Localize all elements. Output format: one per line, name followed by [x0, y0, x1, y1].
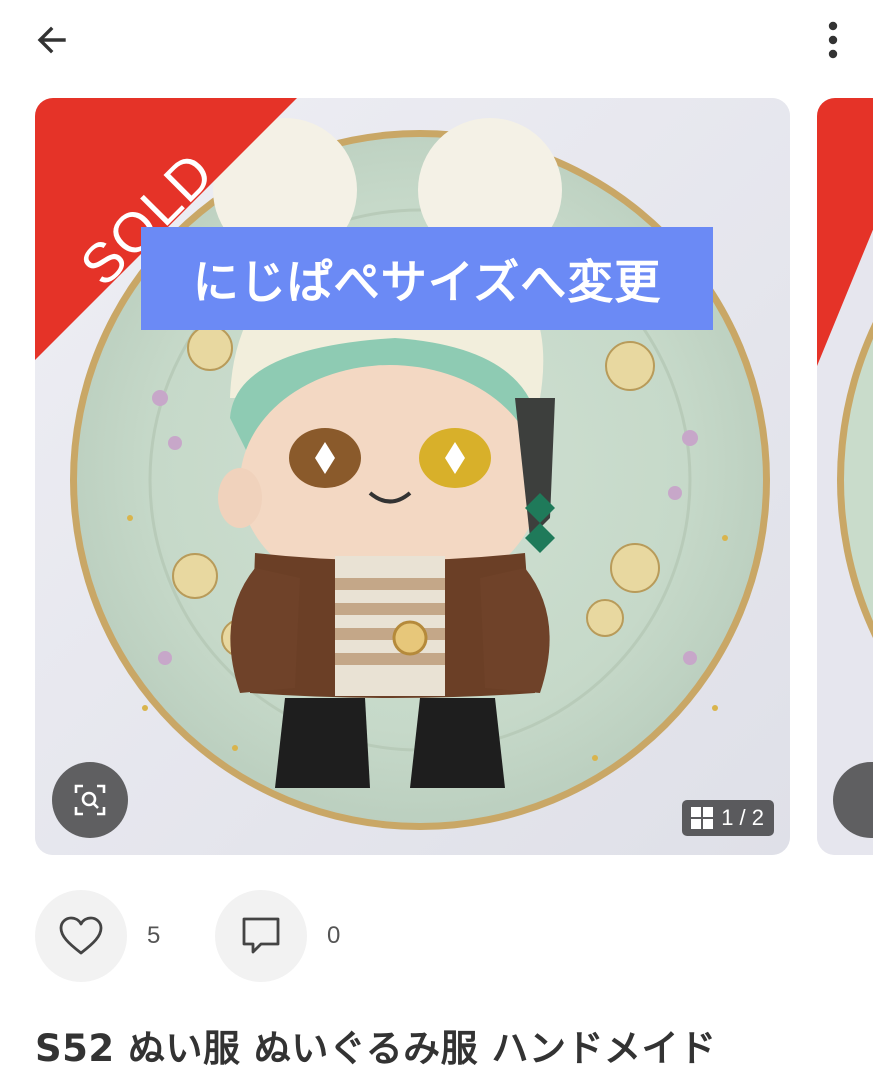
product-photo-card[interactable]: SOLD にじぱぺサイズへ変更 1 / 2 [35, 98, 790, 855]
comment-count: 0 [327, 922, 341, 949]
image-carousel[interactable]: SOLD にじぱぺサイズへ変更 1 / 2 [0, 98, 873, 856]
product-title: S52 ぬい服 ぬいぐるみ服 ハンドメイド [35, 1027, 717, 1070]
comment-button[interactable] [215, 890, 307, 982]
product-detail-screen: SOLD にじぱぺサイズへ変更 1 / 2 5 0 S52 ぬい服 ぬいぐるみ服… [0, 0, 873, 1080]
next-photo-card[interactable] [817, 98, 873, 855]
comment-icon [242, 917, 280, 954]
zoom-scan-icon [74, 784, 106, 816]
arrow-left-icon [37, 26, 66, 54]
image-counter: 1 / 2 [682, 800, 774, 836]
image-counter-text: 1 / 2 [721, 805, 764, 830]
heart-icon [59, 916, 103, 955]
more-options-button[interactable] [811, 14, 855, 66]
product-banner: にじぱぺサイズへ変更 [141, 227, 713, 330]
next-product-photo [817, 98, 873, 855]
engagement-row: 5 0 [35, 890, 375, 982]
like-button[interactable] [35, 890, 127, 982]
like-count: 5 [147, 922, 161, 949]
grid-icon [691, 807, 714, 829]
more-vertical-icon [828, 21, 838, 59]
top-bar [0, 0, 873, 82]
back-button[interactable] [26, 16, 78, 64]
zoom-button[interactable] [52, 762, 128, 838]
